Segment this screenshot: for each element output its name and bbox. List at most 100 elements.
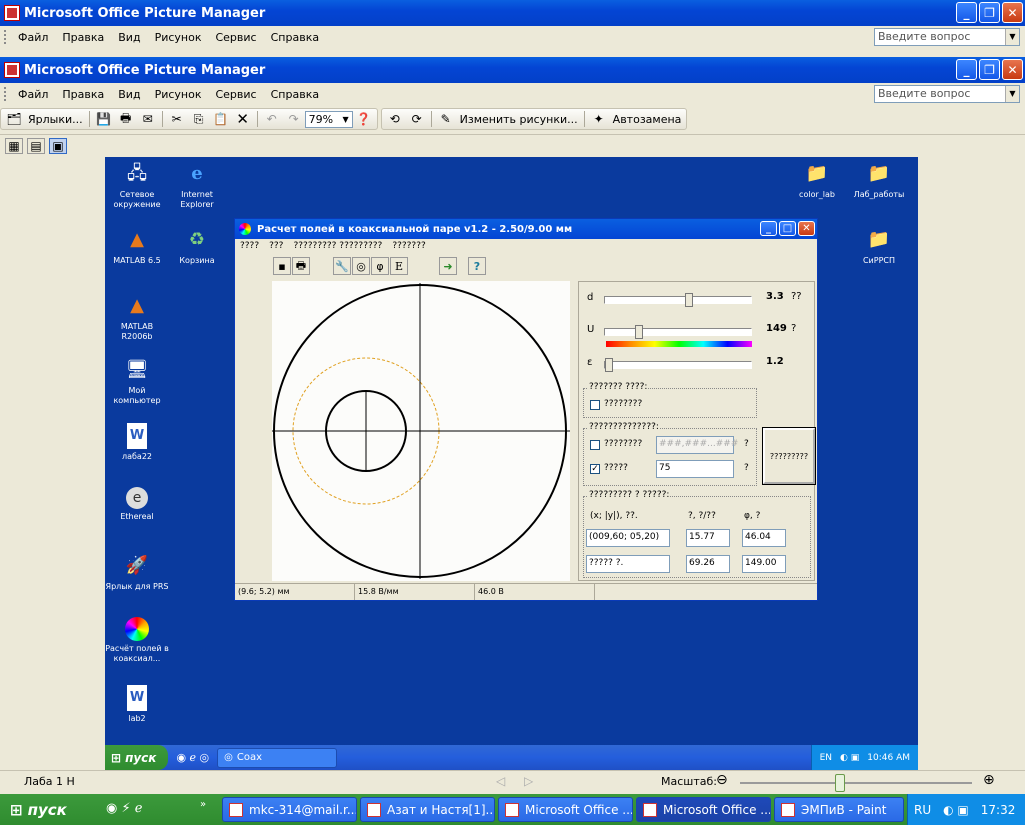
app-menu-item[interactable]: ????????? ?????????: [288, 241, 387, 251]
help-icon[interactable]: ?: [468, 257, 486, 275]
restore-button[interactable]: ❐: [979, 2, 1000, 23]
menu-picture[interactable]: Рисунок: [148, 88, 209, 101]
menu-edit[interactable]: Правка: [55, 88, 111, 101]
inner-lang[interactable]: EN: [820, 753, 832, 763]
shortcuts-icon[interactable]: 🗂: [5, 111, 23, 127]
coax-cross-section[interactable]: [272, 281, 570, 581]
desktop-icon-ethereal[interactable]: e Ethereal: [105, 487, 169, 522]
save-icon[interactable]: ▪: [273, 257, 291, 275]
app-menu-item[interactable]: ???: [264, 241, 288, 251]
inner-title-bar[interactable]: Microsoft Office Picture Manager _ ❐ ✕: [0, 57, 1025, 83]
save-icon[interactable]: 💾: [95, 111, 113, 127]
param1-checkbox[interactable]: [590, 440, 600, 450]
slider-eps-thumb[interactable]: [605, 358, 613, 372]
rotate-left-icon[interactable]: ⟲: [386, 111, 404, 127]
coords-input[interactable]: (009,60; 05,20): [586, 529, 670, 547]
language-indicator[interactable]: RU: [914, 803, 931, 817]
desktop-icon-recycle[interactable]: ♻ Корзина: [165, 227, 229, 266]
wrench-icon[interactable]: 🔧: [333, 257, 351, 275]
slider-u[interactable]: [604, 325, 752, 339]
filmstrip-view-icon[interactable]: ▤: [27, 138, 45, 154]
help-search-input[interactable]: Введите вопрос ▼: [874, 28, 1020, 46]
print-icon[interactable]: 🖶: [292, 257, 310, 275]
taskbar-item-picture-manager-1[interactable]: Microsoft Office ...: [498, 797, 633, 822]
single-picture-view-icon[interactable]: ▣: [49, 138, 67, 154]
autocorrect-button[interactable]: Автозамена: [610, 113, 685, 126]
paste-icon[interactable]: 📋: [212, 111, 230, 127]
app-menu-item[interactable]: ???????: [387, 241, 430, 251]
print-icon[interactable]: 🖶: [117, 111, 135, 127]
desktop-icon-coax[interactable]: Расчёт полей в коаксиал...: [105, 617, 169, 664]
edit-pictures-icon[interactable]: ✎: [437, 111, 455, 127]
shortcuts-button[interactable]: Ярлыки...: [25, 113, 86, 126]
minimize-button[interactable]: _: [956, 2, 977, 23]
cut-icon[interactable]: ✂: [168, 111, 186, 127]
minimize-button[interactable]: _: [956, 59, 977, 80]
desktop-icon-network[interactable]: 🖧 Сетевое окружение: [105, 161, 169, 210]
e-icon[interactable]: E: [390, 257, 408, 275]
quicklaunch-more-icon[interactable]: »: [200, 799, 206, 810]
menu-help[interactable]: Справка: [264, 88, 326, 101]
zoom-slider[interactable]: [740, 782, 972, 784]
app-title-bar[interactable]: Расчет полей в коаксиальной паре v1.2 - …: [235, 219, 817, 239]
help-icon[interactable]: ❓: [355, 111, 373, 127]
param1-input[interactable]: ###,###...###: [656, 436, 738, 454]
restore-button[interactable]: ❐: [979, 59, 1000, 80]
close-button[interactable]: ✕: [1002, 2, 1023, 23]
next-arrow-icon[interactable]: ▷: [524, 774, 533, 788]
menu-help[interactable]: Справка: [264, 31, 326, 44]
phi-icon[interactable]: φ: [371, 257, 389, 275]
app-menu-item[interactable]: ????: [235, 241, 264, 251]
zoom-slider-thumb[interactable]: [834, 774, 845, 792]
menu-picture[interactable]: Рисунок: [148, 31, 209, 44]
inner-start-button[interactable]: ⊞ пуск: [105, 745, 169, 770]
taskbar-item-picture-manager-2[interactable]: Microsoft Office ...: [636, 797, 771, 822]
menu-file[interactable]: Файл: [11, 31, 55, 44]
thumbnail-view-icon[interactable]: ▦: [5, 138, 23, 154]
slider-d[interactable]: [604, 293, 752, 307]
zoom-out-icon[interactable]: ⊖: [716, 772, 728, 788]
chevron-down-icon[interactable]: ▼: [1005, 86, 1019, 102]
app-maximize-button[interactable]: □: [779, 221, 796, 236]
edit-pictures-button[interactable]: Изменить рисунки...: [457, 113, 581, 126]
redo-icon[interactable]: ↷: [285, 111, 303, 127]
desktop-icon-sirrsp[interactable]: 📁 СиРРСП: [847, 227, 911, 266]
zoom-select[interactable]: 79% ▼: [304, 110, 353, 128]
desktop-icon-lab2[interactable]: Wlab2: [105, 685, 169, 724]
export-icon[interactable]: ➜: [439, 257, 457, 275]
param2-input[interactable]: 75: [656, 460, 734, 478]
zoom-in-icon[interactable]: ⊕: [983, 772, 995, 788]
desktop-icon-computer[interactable]: 🖥 Мой компьютер: [105, 357, 169, 406]
slider-u-thumb[interactable]: [635, 325, 643, 339]
apply-button[interactable]: ?????????: [762, 427, 816, 485]
desktop-icon-color-lab[interactable]: 📁 color_lab: [785, 161, 849, 200]
desktop-icon-lab-works[interactable]: 📁 Лаб_работы: [847, 161, 911, 200]
outer-title-bar[interactable]: Microsoft Office Picture Manager _ ❐ ✕: [0, 0, 1025, 26]
desktop-icon-matlab2006[interactable]: ▲ MATLAB R2006b: [105, 293, 169, 342]
param2-checkbox[interactable]: ✓: [590, 464, 600, 474]
menu-view[interactable]: Вид: [111, 88, 147, 101]
email-icon[interactable]: ✉: [139, 111, 157, 127]
app-close-button[interactable]: ✕: [798, 221, 815, 236]
taskbar-item-mail[interactable]: mkc-314@mail.r...: [222, 797, 357, 822]
help-search-input[interactable]: Введите вопрос ▼: [874, 85, 1020, 103]
tray-icons[interactable]: ◐ ▣: [943, 803, 969, 817]
desktop-icon-prs[interactable]: 🚀 Ярлык для PRS: [105, 553, 169, 592]
menu-tools[interactable]: Сервис: [208, 31, 263, 44]
desktop-icon-ie[interactable]: e Internet Explorer: [165, 161, 229, 210]
menu-file[interactable]: Файл: [11, 88, 55, 101]
circle-icon[interactable]: ◎: [352, 257, 370, 275]
desktop-icon-matlab65[interactable]: ▲ MATLAB 6.5: [105, 227, 169, 266]
display-checkbox[interactable]: [590, 400, 600, 410]
undo-icon[interactable]: ↶: [263, 111, 281, 127]
slider-d-thumb[interactable]: [685, 293, 693, 307]
copy-icon[interactable]: ⎘: [190, 111, 208, 127]
close-button[interactable]: ✕: [1002, 59, 1023, 80]
quicklaunch-icons[interactable]: ◉ ℯ ◎: [176, 751, 209, 764]
menu-edit[interactable]: Правка: [55, 31, 111, 44]
autocorrect-icon[interactable]: ✦: [590, 111, 608, 127]
taskbar-item-paint[interactable]: ЭМПиВ - Paint: [774, 797, 904, 822]
inner-task-coax[interactable]: ◎ Coax: [217, 747, 338, 768]
quicklaunch-icons[interactable]: ◉ ⚡ ℯ: [106, 801, 142, 816]
taskbar-item-archive[interactable]: Азат и Настя[1]...: [360, 797, 495, 822]
